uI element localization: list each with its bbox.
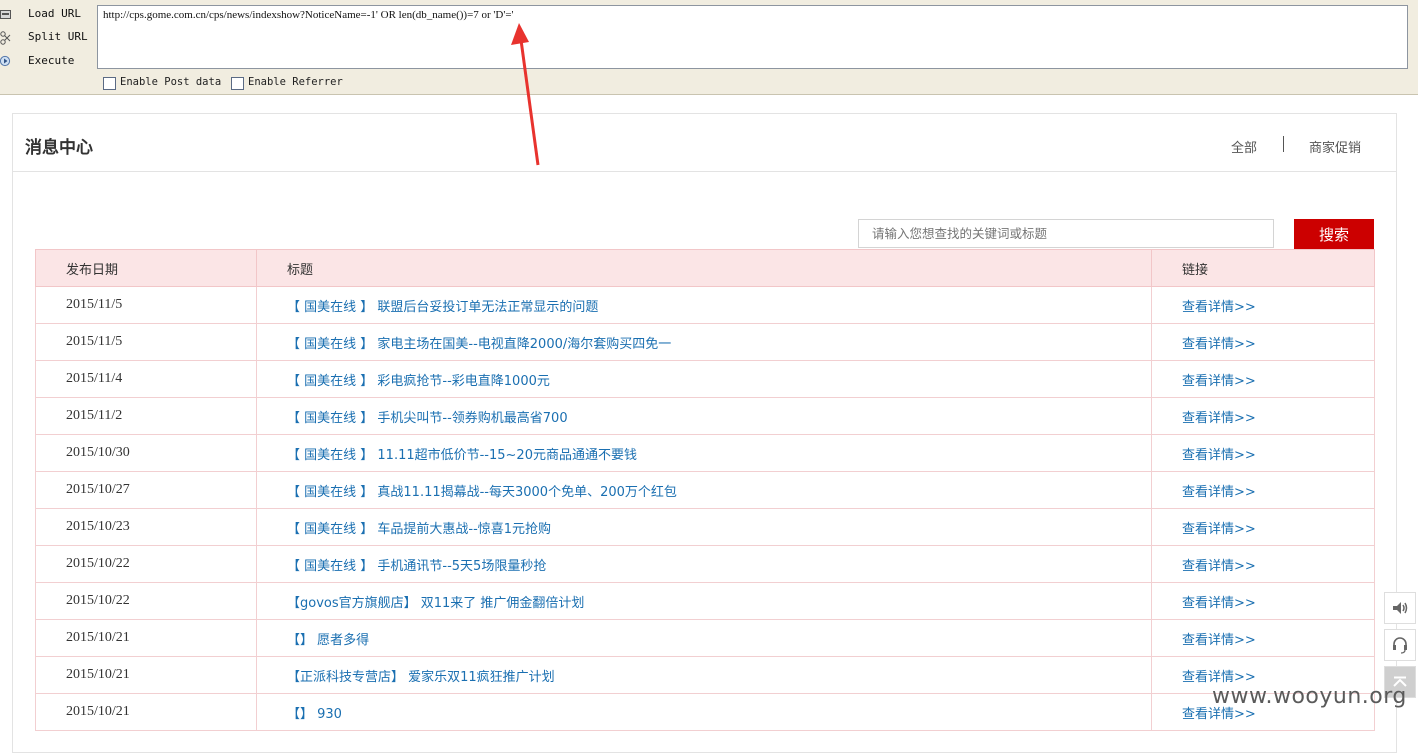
row-details-link[interactable]: 查看详情>>	[1151, 286, 1375, 324]
panel-header: 消息中心 全部 商家促销	[13, 114, 1396, 172]
row-details-link[interactable]: 查看详情>>	[1151, 360, 1375, 398]
table-row: 2015/10/21 【】 930 查看详情>>	[35, 693, 1375, 731]
row-details-link[interactable]: 查看详情>>	[1151, 323, 1375, 361]
table-row: 2015/10/27 【 国美在线 】 真战11.11揭幕战--每天3000个免单…	[35, 471, 1375, 509]
hackbar-commands: Load URL Split URL Execute	[0, 0, 96, 72]
filter-all-link[interactable]: 全部	[1231, 137, 1257, 156]
row-date: 2015/11/5	[35, 323, 257, 361]
page-title: 消息中心	[25, 138, 93, 158]
row-date: 2015/10/21	[35, 656, 257, 694]
customer-service-button[interactable]	[1384, 629, 1416, 661]
checkbox-box[interactable]	[231, 77, 244, 90]
row-title-link[interactable]: 【】 愿者多得	[256, 619, 1152, 657]
table-row: 2015/11/4 【 国美在线 】 彩电疯抢节--彩电直降1000元 查看详情>>	[35, 360, 1375, 398]
row-date: 2015/10/22	[35, 582, 257, 620]
row-details-link[interactable]: 查看详情>>	[1151, 434, 1375, 472]
row-title-link[interactable]: 【 国美在线 】 联盟后台妥投订单无法正常显示的问题	[256, 286, 1152, 324]
row-title-link[interactable]: 【 国美在线 】 家电主场在国美--电视直降2000/海尔套购买四免一	[256, 323, 1152, 361]
table-row: 2015/10/21 【】 愿者多得 查看详情>>	[35, 619, 1375, 657]
row-date: 2015/11/2	[35, 397, 257, 435]
row-title-link[interactable]: 【 国美在线 】 手机尖叫节--领券购机最高省700	[256, 397, 1152, 435]
column-header-date: 发布日期	[35, 249, 257, 287]
url-value[interactable]: http://cps.gome.com.cn/cps/news/indexsho…	[103, 9, 514, 21]
filter-merchant-promo-link[interactable]: 商家促销	[1309, 137, 1361, 156]
speaker-icon	[1391, 601, 1409, 620]
column-header-link: 链接	[1151, 249, 1375, 287]
row-date: 2015/10/21	[35, 619, 257, 657]
table-row: 2015/10/30 【 国美在线 】 11.11超市低价节--15~20元商品通…	[35, 434, 1375, 472]
table-row: 2015/10/23 【 国美在线 】 车品提前大惠战--惊喜1元抢购 查看详情>>	[35, 508, 1375, 546]
execute-button[interactable]: Execute	[0, 52, 96, 72]
row-title-link[interactable]: 【 国美在线 】 车品提前大惠战--惊喜1元抢购	[256, 508, 1152, 546]
table-row: 2015/10/22 【govos官方旗舰店】 双11来了 推广佣金翻倍计划 查看详…	[35, 582, 1375, 620]
message-table: 发布日期 标题 链接 2015/11/5 【 国美在线 】 联盟后台妥投订单无法正…	[35, 249, 1375, 731]
row-title-link[interactable]: 【 国美在线 】 手机通讯节--5天5场限量秒抢	[256, 545, 1152, 583]
row-title-link[interactable]: 【】 930	[256, 693, 1152, 731]
row-details-link[interactable]: 查看详情>>	[1151, 508, 1375, 546]
url-textarea[interactable]: http://cps.gome.com.cn/cps/news/indexsho…	[97, 5, 1408, 69]
execute-icon	[0, 55, 11, 68]
headset-icon	[1391, 637, 1409, 658]
load-url-button[interactable]: Load URL	[0, 5, 96, 25]
load-url-icon	[0, 8, 11, 21]
row-date: 2015/11/4	[35, 360, 257, 398]
row-date: 2015/10/27	[35, 471, 257, 509]
filter-divider	[1283, 136, 1284, 152]
hackbar-toolbar: Load URL Split URL Execute http://cps.go…	[0, 0, 1418, 95]
table-row: 2015/11/5 【 国美在线 】 家电主场在国美--电视直降2000/海尔套购…	[35, 323, 1375, 361]
search-input[interactable]	[858, 219, 1274, 248]
row-date: 2015/11/5	[35, 286, 257, 324]
speaker-button[interactable]	[1384, 592, 1416, 624]
row-date: 2015/10/23	[35, 508, 257, 546]
row-title-link[interactable]: 【 国美在线 】 11.11超市低价节--15~20元商品通通不要钱	[256, 434, 1152, 472]
search-button[interactable]: 搜索	[1294, 219, 1374, 250]
row-date: 2015/10/21	[35, 693, 257, 731]
table-row: 2015/11/2 【 国美在线 】 手机尖叫节--领券购机最高省700 查看详情>…	[35, 397, 1375, 435]
row-title-link[interactable]: 【 国美在线 】 真战11.11揭幕战--每天3000个免单、200万个红包	[256, 471, 1152, 509]
checkbox-box[interactable]	[103, 77, 116, 90]
row-details-link[interactable]: 查看详情>>	[1151, 545, 1375, 583]
row-details-link[interactable]: 查看详情>>	[1151, 397, 1375, 435]
row-details-link[interactable]: 查看详情>>	[1151, 582, 1375, 620]
row-date: 2015/10/22	[35, 545, 257, 583]
split-url-button[interactable]: Split URL	[0, 28, 96, 48]
watermark-text: www.wooyun.org	[1212, 684, 1407, 709]
row-title-link[interactable]: 【正派科技专营店】 爱家乐双11疯狂推广计划	[256, 656, 1152, 694]
table-row: 2015/10/21 【正派科技专营店】 爱家乐双11疯狂推广计划 查看详情>>	[35, 656, 1375, 694]
row-details-link[interactable]: 查看详情>>	[1151, 619, 1375, 657]
table-header-row: 发布日期 标题 链接	[35, 249, 1375, 287]
row-title-link[interactable]: 【govos官方旗舰店】 双11来了 推广佣金翻倍计划	[256, 582, 1152, 620]
row-title-link[interactable]: 【 国美在线 】 彩电疯抢节--彩电直降1000元	[256, 360, 1152, 398]
row-details-link[interactable]: 查看详情>>	[1151, 471, 1375, 509]
table-row: 2015/11/5 【 国美在线 】 联盟后台妥投订单无法正常显示的问题 查看详情>…	[35, 286, 1375, 324]
row-date: 2015/10/30	[35, 434, 257, 472]
split-url-icon	[0, 31, 11, 45]
column-header-title: 标题	[256, 249, 1152, 287]
table-row: 2015/10/22 【 国美在线 】 手机通讯节--5天5场限量秒抢 查看详情>>	[35, 545, 1375, 583]
